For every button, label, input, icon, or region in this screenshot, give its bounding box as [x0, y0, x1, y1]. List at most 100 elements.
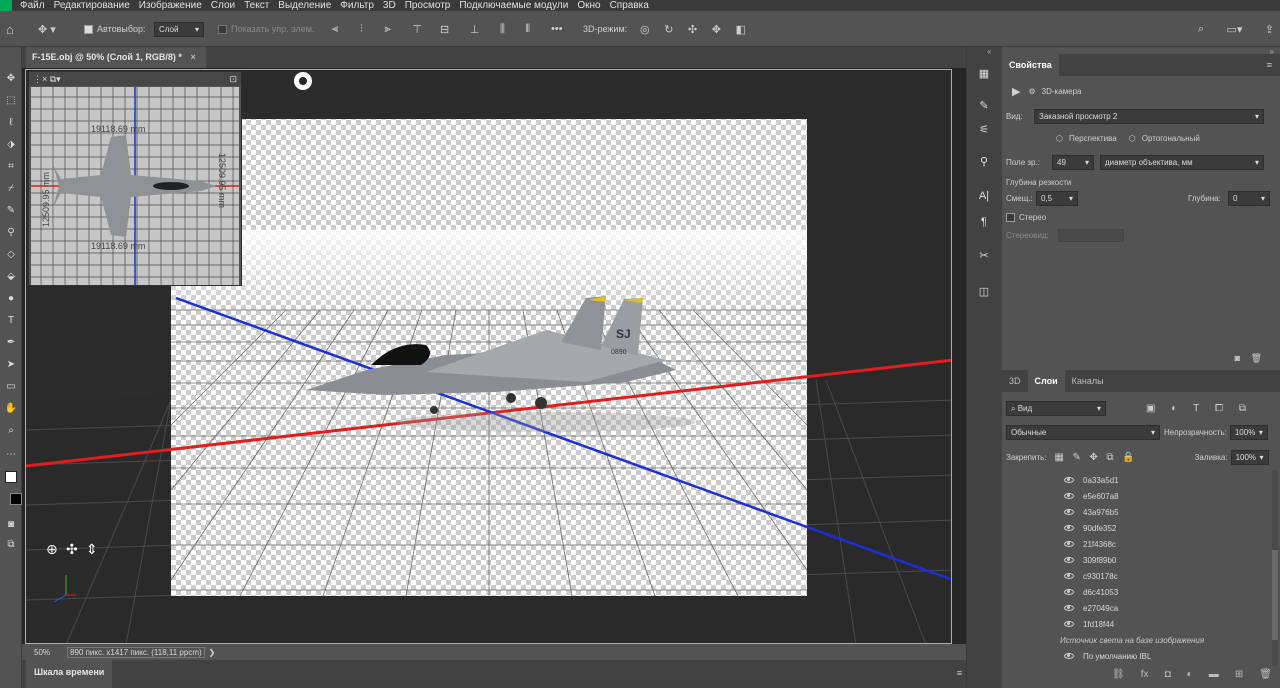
opacity-input[interactable]: 100% ▾ — [1229, 425, 1268, 440]
eye-icon[interactable] — [1064, 589, 1074, 595]
perspective-button[interactable]: Перспектива — [1069, 134, 1117, 143]
camera-nav-widgets[interactable]: ⊕ ✣ ⇕ — [46, 542, 98, 558]
type-tool-icon[interactable]: T — [3, 313, 19, 329]
clone-source-icon[interactable]: ⚲ — [975, 153, 993, 171]
filter-smart-icon[interactable]: ⧉ — [1239, 403, 1246, 414]
render-icon[interactable]: ◙ — [1235, 353, 1240, 363]
stereo-checkbox[interactable] — [1006, 213, 1015, 222]
pen-tool-icon[interactable]: ✒ — [3, 335, 19, 351]
fill-input[interactable]: 100% ▾ — [1230, 450, 1269, 465]
layer-item[interactable]: e27049ca — [1064, 600, 1264, 616]
add-mask-icon[interactable]: ◘ — [1165, 669, 1171, 680]
menu-window[interactable]: Окно — [577, 0, 600, 11]
filter-shape-icon[interactable]: ⧠ — [1215, 403, 1223, 414]
new-layer-icon[interactable]: ⊞ — [1235, 669, 1243, 680]
fov-input[interactable]: 49 ▾ — [1052, 155, 1094, 170]
timeline-tab[interactable]: Шкала времени — [26, 660, 113, 688]
menu-edit[interactable]: Редактирование — [54, 0, 130, 11]
autoselect-checkbox[interactable] — [84, 24, 93, 34]
eraser-tool-icon[interactable]: ◇ — [3, 247, 19, 263]
delete-layer-icon[interactable]: 🗑 — [1259, 669, 1272, 680]
adjustment-layer-icon[interactable]: ◐ — [1187, 669, 1193, 680]
eye-icon[interactable] — [1064, 477, 1074, 483]
menu-image[interactable]: Изображение — [139, 0, 202, 11]
paint-bucket-tool-icon[interactable]: ⬙ — [3, 269, 19, 285]
more-tools-icon[interactable]: ⋯ — [3, 447, 19, 463]
eye-icon[interactable] — [1064, 653, 1074, 659]
lens-dropdown[interactable]: диаметр объектива, мм ▾ — [1100, 155, 1264, 170]
swap-view-icon[interactable]: ⊡ — [229, 74, 237, 85]
menu-3d[interactable]: 3D — [383, 0, 396, 11]
orbit-3d-icon[interactable]: ◎ — [640, 23, 650, 36]
layer-item[interactable]: 90dfe352 — [1064, 520, 1264, 536]
eye-icon[interactable] — [1064, 541, 1074, 547]
layer-item[interactable]: 1fd18f44 — [1064, 616, 1264, 632]
eye-icon[interactable] — [1064, 509, 1074, 515]
lock-position-icon[interactable]: ✥ — [1089, 452, 1097, 463]
layer-item[interactable]: d6c41053 — [1064, 584, 1264, 600]
object-select-tool-icon[interactable]: ⬗ — [3, 137, 19, 153]
hand-tool-icon[interactable]: ✋ — [3, 401, 19, 417]
tab-properties[interactable]: Свойства — [1002, 54, 1059, 76]
layer-item[interactable]: 43a976b5 — [1064, 504, 1264, 520]
stamp-tool-icon[interactable]: ⚲ — [3, 225, 19, 241]
history-panel-icon[interactable]: ▦ — [975, 65, 993, 83]
layer-item[interactable]: 21f4368c — [1064, 536, 1264, 552]
distribute-icon[interactable]: ⫼ — [500, 23, 505, 36]
move-tool-preset-icon[interactable]: ✥ ▾ — [38, 11, 68, 47]
layer-item[interactable]: c930178c — [1064, 568, 1264, 584]
eye-icon[interactable] — [1064, 557, 1074, 563]
eye-icon[interactable] — [1064, 525, 1074, 531]
crop-tool-icon[interactable]: ⌗ — [3, 159, 19, 175]
filter-image-icon[interactable]: ▣ — [1146, 403, 1155, 414]
rectangle-tool-icon[interactable]: ▭ — [3, 379, 19, 395]
fx-icon[interactable]: fx — [1141, 669, 1149, 680]
collapse-dock-icon[interactable]: « — [987, 47, 991, 56]
layer-item[interactable]: По умолчанию IBL — [1064, 648, 1264, 664]
layer-comps-icon[interactable]: ◫ — [975, 283, 993, 301]
workspace-icon[interactable]: ▭▾ — [1227, 23, 1243, 36]
filter-adjust-icon[interactable]: ◐ — [1171, 403, 1177, 414]
marquee-tool-icon[interactable]: ⬚ — [3, 93, 19, 109]
more-options-icon[interactable]: ••• — [551, 11, 563, 47]
blend-mode-dropdown[interactable]: Обычные ▾ — [1006, 425, 1160, 440]
distribute-h-icon[interactable]: ⫴ — [525, 23, 530, 36]
dodge-tool-icon[interactable]: ● — [3, 291, 19, 307]
menu-filter[interactable]: Фильтр — [340, 0, 374, 11]
eye-icon[interactable] — [1064, 621, 1074, 627]
eyedropper-tool-icon[interactable]: ⌿ — [3, 181, 19, 197]
document-info[interactable]: 890 пикс. x1417 пикс. (118,11 ppcm) — [67, 646, 205, 658]
lock-all-icon[interactable]: 🔒 — [1122, 452, 1134, 463]
properties-menu-icon[interactable]: ≡ — [1267, 60, 1272, 70]
layer-item[interactable]: 309f89b0 — [1064, 552, 1264, 568]
lock-pixels-icon[interactable]: ✎ — [1073, 452, 1081, 463]
align-right-icon[interactable]: ⫸ — [384, 23, 390, 36]
eye-icon[interactable] — [1064, 493, 1074, 499]
path-select-tool-icon[interactable]: ➤ — [3, 357, 19, 373]
menu-type[interactable]: Текст — [244, 0, 269, 11]
layer-item[interactable]: e5e607a8 — [1064, 488, 1264, 504]
scrollbar-thumb[interactable] — [1272, 550, 1278, 640]
background-color-swatch[interactable] — [10, 493, 22, 505]
layer-item[interactable]: 0a33a5d1 — [1064, 472, 1264, 488]
show-controls-checkbox[interactable] — [218, 24, 227, 34]
timeline-menu-icon[interactable]: ≡ — [957, 668, 962, 678]
quick-mask-icon[interactable]: ◙ — [3, 517, 19, 533]
view-dropdown[interactable]: Заказной просмотр 2 ▾ — [1034, 109, 1264, 124]
roll-3d-icon[interactable]: ↻ — [664, 23, 673, 36]
tab-channels[interactable]: Каналы — [1065, 370, 1111, 392]
tools-presets-icon[interactable]: ✂ — [975, 247, 993, 265]
status-info-chevron-icon[interactable]: ❯ — [209, 648, 216, 657]
perspective-icon[interactable]: ⬡ — [1056, 134, 1063, 143]
link-layers-icon[interactable]: ⛓ — [1112, 669, 1125, 680]
layers-scrollbar[interactable] — [1272, 470, 1278, 666]
menu-view[interactable]: Просмотр — [405, 0, 451, 11]
eye-icon[interactable] — [1064, 573, 1074, 579]
orthographic-button[interactable]: Ортогональный — [1142, 134, 1200, 143]
layer-filter-dropdown[interactable]: ⌕ Вид ▾ — [1006, 401, 1106, 416]
align-bottom-icon[interactable]: ⊥ — [470, 23, 480, 36]
lock-transparent-icon[interactable]: ▦ — [1055, 452, 1064, 463]
orthographic-icon[interactable]: ⬡ — [1129, 134, 1136, 143]
home-icon[interactable]: ⌂ — [6, 11, 24, 47]
offset-input[interactable]: 0,5 ▾ — [1036, 191, 1078, 206]
